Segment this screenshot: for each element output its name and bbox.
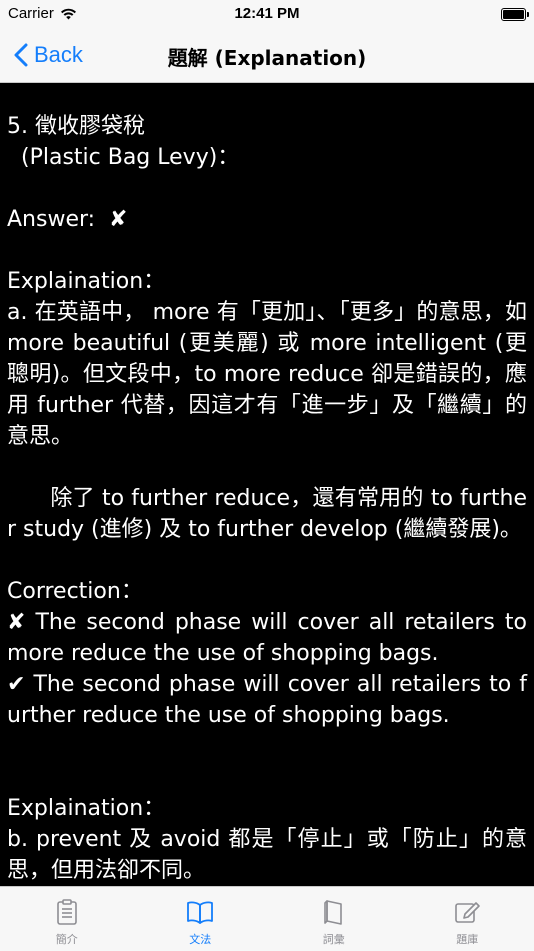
tab-label: 題庫 bbox=[456, 931, 478, 947]
explanation-text: 5. 徵收膠袋稅 (Plastic Bag Levy)： Answer: ✘ E… bbox=[0, 83, 534, 886]
explanation-content[interactable]: 5. 徵收膠袋稅 (Plastic Bag Levy)： Answer: ✘ E… bbox=[0, 83, 534, 886]
tab-label: 文法 bbox=[189, 931, 211, 947]
battery-icon bbox=[501, 8, 526, 21]
tab-question-bank[interactable]: 題庫 bbox=[401, 887, 534, 951]
tab-vocabulary[interactable]: 詞彙 bbox=[267, 887, 401, 951]
tab-label: 詞彙 bbox=[323, 931, 345, 947]
tab-bar: 簡介 文法 詞彙 題庫 bbox=[0, 886, 534, 951]
tab-grammar[interactable]: 文法 bbox=[134, 887, 268, 951]
status-bar: Carrier 12:41 PM bbox=[0, 0, 534, 30]
nav-bar: Back 題解 (Explanation) bbox=[0, 30, 534, 83]
status-time: 12:41 PM bbox=[0, 5, 534, 22]
clipboard-icon bbox=[52, 897, 82, 927]
tab-label: 簡介 bbox=[56, 931, 78, 947]
compose-icon bbox=[452, 897, 482, 927]
notebook-icon bbox=[319, 897, 349, 927]
page-title: 題解 (Explanation) bbox=[0, 42, 534, 71]
book-icon bbox=[185, 897, 215, 927]
tab-intro[interactable]: 簡介 bbox=[0, 887, 134, 951]
